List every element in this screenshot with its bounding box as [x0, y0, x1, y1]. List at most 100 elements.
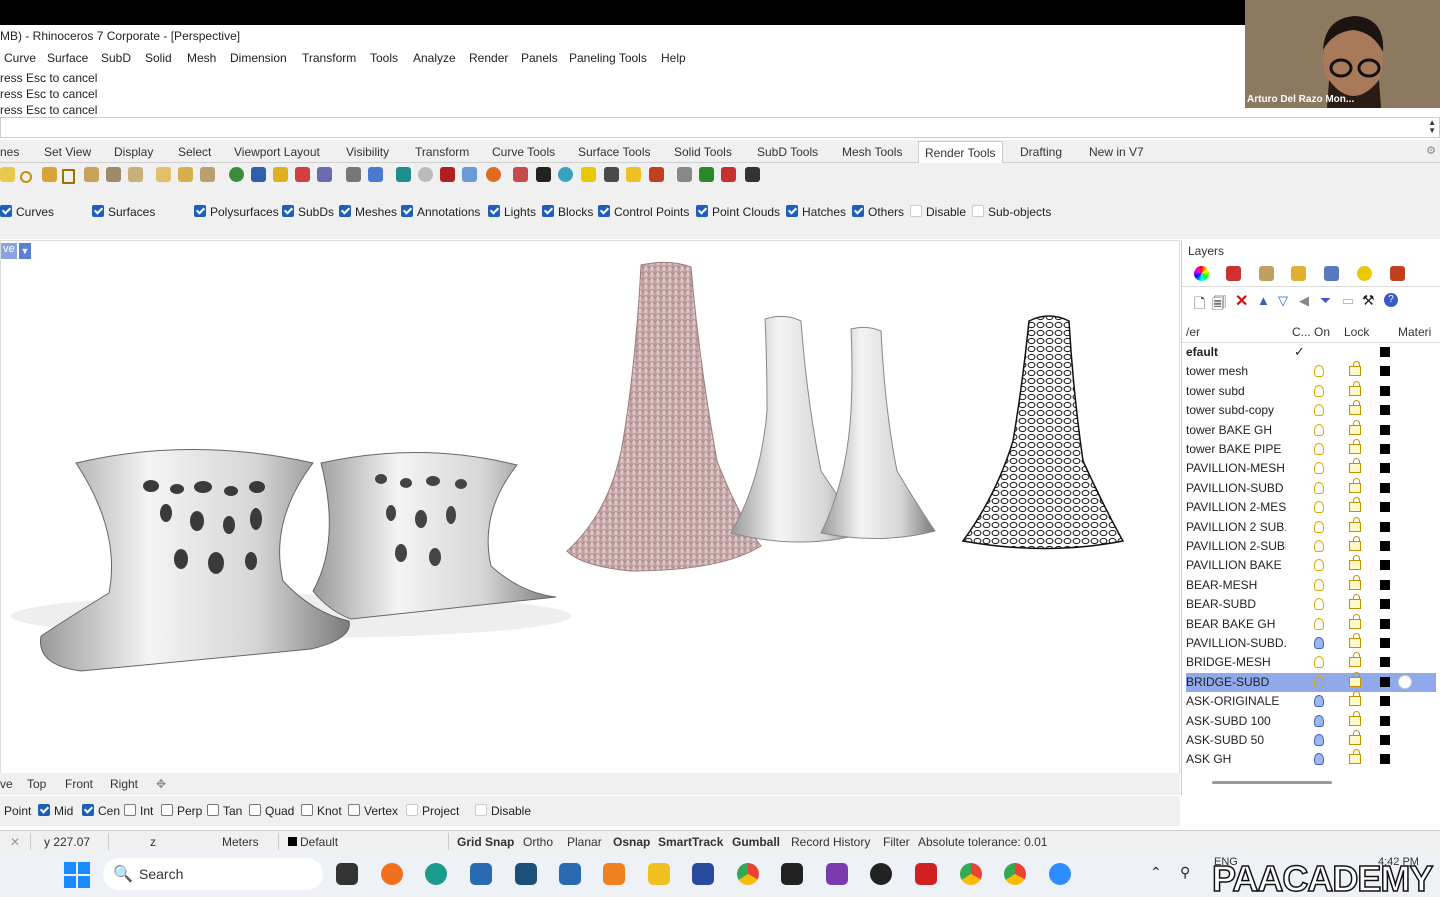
lock-icon[interactable] [1349, 574, 1361, 590]
filter-control-points[interactable]: Control Points [598, 205, 689, 219]
lock-icon[interactable] [1349, 477, 1361, 493]
pencil-icon[interactable] [84, 167, 99, 182]
lightbulb-icon[interactable] [1314, 714, 1324, 727]
osnap-knot[interactable]: Knot [301, 804, 342, 818]
osnap-point[interactable]: Point [4, 804, 31, 818]
checkbox[interactable] [542, 205, 554, 217]
new-layer-icon[interactable]: 🗋 [1194, 293, 1205, 317]
bug-icon[interactable] [1390, 266, 1405, 281]
lock-icon[interactable] [1349, 730, 1361, 745]
checkbox[interactable] [207, 804, 219, 816]
checkbox[interactable] [92, 205, 104, 217]
filter-subds[interactable]: SubDs [282, 205, 334, 219]
checkbox[interactable] [282, 205, 294, 217]
render-icon[interactable] [396, 167, 411, 182]
layer-color-swatch[interactable] [1380, 579, 1390, 590]
filter-disable[interactable]: Disable [910, 205, 966, 219]
layer-row[interactable]: ASK-SUBD 50 [1186, 730, 1436, 750]
filter-blocks[interactable]: Blocks [542, 205, 593, 219]
layer-color-swatch[interactable] [1380, 521, 1390, 532]
lock-icon[interactable] [1349, 594, 1361, 610]
checkbox[interactable] [972, 205, 984, 217]
lock-icon[interactable] [1349, 497, 1361, 513]
lightbulb-icon[interactable] [1314, 656, 1324, 669]
lightbulb-icon[interactable] [1314, 481, 1324, 494]
folder-open-icon[interactable] [1291, 266, 1306, 281]
checkbox[interactable] [161, 804, 173, 816]
network-icon[interactable]: ⚲ [1180, 864, 1190, 881]
filter-point-clouds[interactable]: Point Clouds [696, 205, 780, 219]
layer-color-swatch[interactable] [1380, 735, 1390, 745]
grid-snap-toggle[interactable]: Grid Snap [457, 835, 514, 849]
tab-top[interactable]: Top [27, 777, 46, 791]
layer-row[interactable]: tower BAKE PIPE [1186, 439, 1436, 459]
layer-row[interactable]: efault ✓ [1186, 343, 1436, 362]
checkbox[interactable] [0, 205, 12, 217]
osnap-perp[interactable]: Perp [161, 804, 202, 818]
checkbox[interactable] [301, 804, 313, 816]
layer-color-swatch[interactable] [1380, 463, 1390, 474]
gear-icon[interactable]: ⚙ [1426, 144, 1436, 157]
lock-icon[interactable] [1349, 633, 1361, 648]
osnap-toggle[interactable]: Osnap [613, 835, 650, 849]
checkbox[interactable] [406, 804, 418, 816]
lock-icon[interactable] [1349, 691, 1361, 707]
tab-render-tools[interactable]: Render Tools [918, 141, 1003, 164]
layer-color-swatch[interactable] [1380, 599, 1390, 610]
menu-dimension[interactable]: Dimension [230, 51, 287, 65]
app-purple-icon[interactable] [826, 863, 848, 885]
col-current[interactable]: C... [1292, 325, 1311, 339]
spotlight-icon[interactable] [581, 167, 596, 182]
lock-icon[interactable] [1349, 400, 1361, 416]
windows-start-icon[interactable] [64, 862, 90, 888]
osnap-cen[interactable]: Cen [82, 804, 120, 818]
sketchup-icon[interactable] [470, 863, 492, 885]
lock-icon[interactable] [1349, 613, 1361, 629]
layer-row[interactable]: tower BAKE GH [1186, 419, 1436, 440]
help-icon[interactable]: ? [1384, 293, 1398, 307]
history-scroll-arrows[interactable]: ▲ ▼ [1428, 119, 1436, 135]
grid-icon[interactable] [604, 167, 619, 182]
lightbulb-icon[interactable] [1314, 423, 1324, 436]
layer-color-swatch[interactable] [1380, 638, 1390, 648]
menu-transform[interactable]: Transform [302, 51, 356, 65]
chrome-profile-icon[interactable] [960, 863, 982, 885]
layer-row[interactable]: PAVILLION 2 SUB... [1186, 516, 1436, 537]
zoom-icon[interactable] [1049, 863, 1071, 885]
layer-row[interactable]: tower subd [1186, 380, 1436, 401]
filter-polysurfaces[interactable]: Polysurfaces [194, 205, 279, 219]
current-layer[interactable]: Default [288, 835, 338, 849]
ground-plane-icon[interactable] [558, 167, 573, 182]
menu-solid[interactable]: Solid [145, 51, 172, 65]
app-icon[interactable] [515, 863, 537, 885]
layers-icon[interactable] [1226, 266, 1241, 281]
monitor-icon[interactable] [677, 167, 692, 182]
tab-viewport-layout[interactable]: Viewport Layout [234, 145, 320, 159]
lightbulb-icon[interactable] [1314, 598, 1324, 611]
command-prompt-input[interactable]: ▲ ▼ [0, 117, 1440, 138]
checkbox[interactable] [348, 804, 360, 816]
tab-perspective[interactable]: ve [0, 777, 13, 791]
material-ball-icon[interactable] [1398, 674, 1412, 689]
file-explorer-icon[interactable] [648, 863, 670, 885]
media-player-icon[interactable] [870, 863, 892, 885]
move-down-icon[interactable]: ▽ [1278, 293, 1288, 309]
filter-surfaces[interactable]: Surfaces [92, 205, 155, 219]
move-icon[interactable] [178, 167, 193, 182]
layer-row[interactable]: ASK-ORIGINALE [1186, 691, 1436, 711]
lock-icon[interactable] [1349, 516, 1361, 532]
line-icon[interactable] [42, 167, 57, 182]
tab-standard[interactable]: nes [0, 145, 19, 159]
record-history-toggle[interactable]: Record History [791, 835, 870, 849]
checkbox[interactable] [401, 205, 413, 217]
sketchup-2-icon[interactable] [559, 863, 581, 885]
tab-curve-tools[interactable]: Curve Tools [492, 145, 555, 159]
osnap-tan[interactable]: Tan [207, 804, 242, 818]
layer-row[interactable]: BRIDGE-SUBD [1186, 671, 1436, 692]
tab-set-view[interactable]: Set View [44, 145, 91, 159]
filter-annotations[interactable]: Annotations [401, 205, 480, 219]
lock-icon[interactable] [1349, 555, 1361, 571]
boolean-icon[interactable] [295, 167, 310, 182]
checkbox[interactable] [339, 205, 351, 217]
filter-curves[interactable]: Curves [0, 205, 54, 219]
